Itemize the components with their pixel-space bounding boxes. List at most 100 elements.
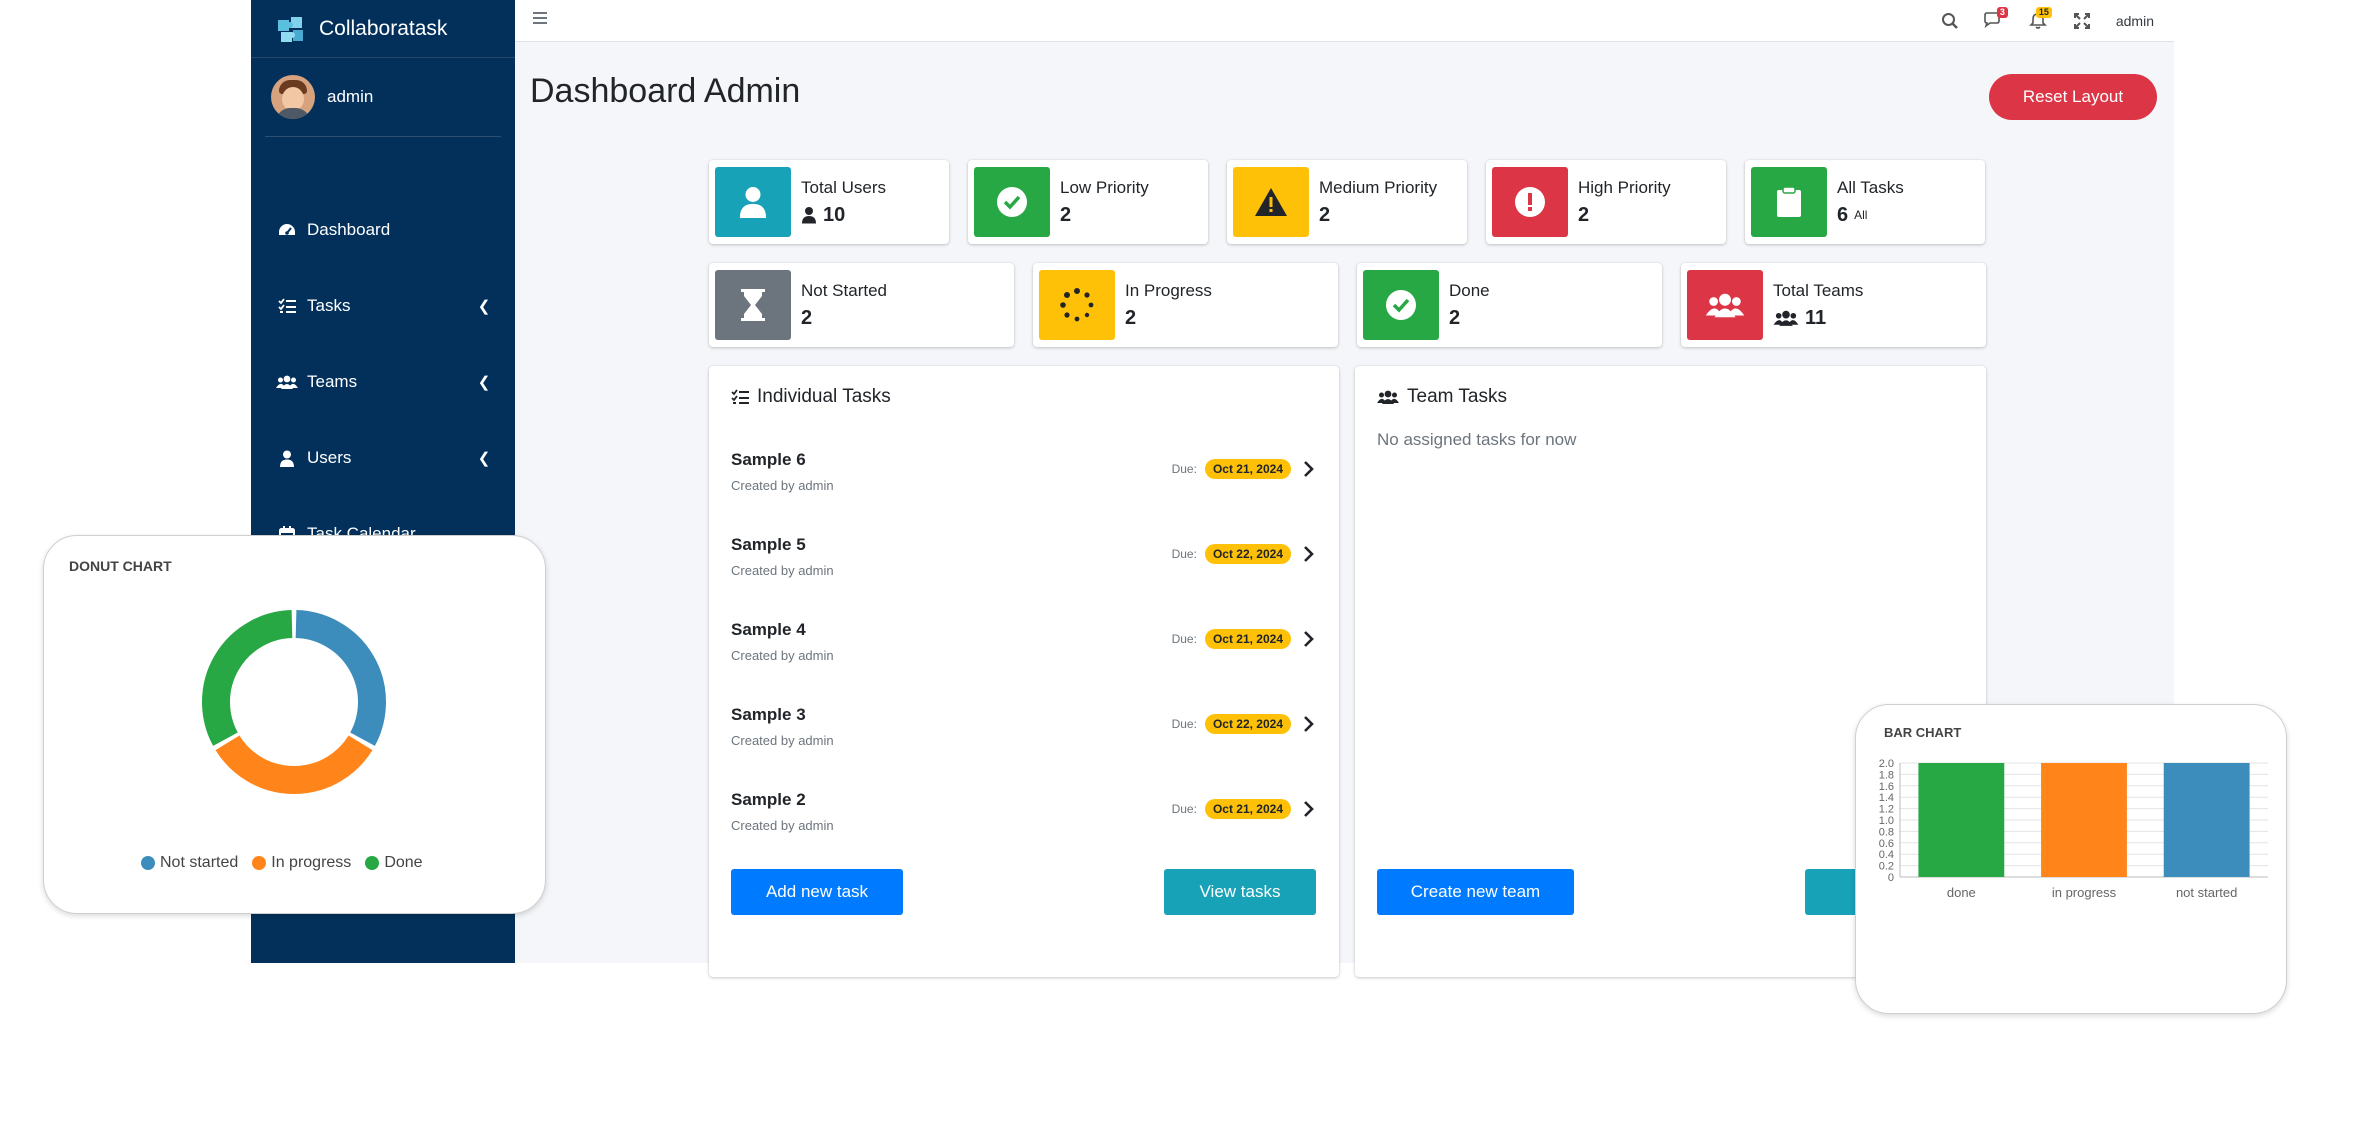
y-tick-label: 0.4 xyxy=(1879,849,1894,861)
stat-all-tasks[interactable]: All Tasks 6 All xyxy=(1745,160,1985,244)
task-creator: Created by admin xyxy=(731,648,834,663)
sidebar-item-teams[interactable]: Teams ❮ xyxy=(251,344,515,420)
stat-high-priority[interactable]: High Priority 2 xyxy=(1486,160,1726,244)
legend-item[interactable]: In progress xyxy=(252,854,351,872)
stat-total-teams[interactable]: Total Teams 11 xyxy=(1681,263,1986,347)
task-name: Sample 6 xyxy=(731,450,806,469)
due-date-badge: Oct 21, 2024 xyxy=(1204,799,1291,819)
sidebar-item-tasks[interactable]: Tasks ❮ xyxy=(251,268,515,344)
add-new-task-button[interactable]: Add new task xyxy=(731,869,903,915)
legend-item[interactable]: Done xyxy=(365,854,423,872)
stat-label: Done xyxy=(1449,280,1490,300)
due-date-badge: Oct 21, 2024 xyxy=(1204,629,1291,649)
stat-medium-priority[interactable]: Medium Priority 2 xyxy=(1227,160,1467,244)
bar-done[interactable] xyxy=(1918,763,2005,877)
due-label: Due: xyxy=(1171,462,1197,476)
task-item[interactable]: Sample 5 Created by admin Due: Oct 22, 20… xyxy=(731,535,1319,620)
chevron-right-icon[interactable] xyxy=(1299,715,1319,733)
users-icon xyxy=(275,374,299,390)
chevron-left-icon: ❮ xyxy=(477,298,491,315)
create-new-team-button[interactable]: Create new team xyxy=(1377,869,1574,915)
stat-in-progress[interactable]: In Progress 2 xyxy=(1033,263,1338,347)
donut-slice-done[interactable] xyxy=(202,610,293,746)
donut-slice-not-started[interactable] xyxy=(295,610,386,746)
due-label: Due: xyxy=(1171,802,1197,816)
user-small-icon xyxy=(802,207,816,224)
stat-label: Low Priority xyxy=(1060,177,1149,197)
search-icon[interactable] xyxy=(1928,0,1972,41)
stat-sub: All xyxy=(1854,208,1868,222)
view-tasks-button[interactable]: View tasks xyxy=(1164,869,1316,915)
legend-item[interactable]: Not started xyxy=(141,854,238,872)
fullscreen-icon[interactable] xyxy=(2060,0,2104,41)
due-date-badge: Oct 22, 2024 xyxy=(1204,544,1291,564)
stat-value: 2 xyxy=(1319,203,1331,226)
stat-total-users[interactable]: Total Users 10 xyxy=(709,160,949,244)
stat-done[interactable]: Done 2 xyxy=(1357,263,1662,347)
bar-not-started[interactable] xyxy=(2163,763,2250,877)
chevron-right-icon[interactable] xyxy=(1299,545,1319,563)
brand-name: Collaboratask xyxy=(319,16,448,40)
notifications-button[interactable]: 15 xyxy=(2016,0,2060,41)
due-label: Due: xyxy=(1171,547,1197,561)
brand-link[interactable]: Collaboratask xyxy=(251,0,515,58)
users-icon xyxy=(1687,270,1763,340)
legend-swatch xyxy=(141,856,155,870)
due-date-badge: Oct 21, 2024 xyxy=(1204,459,1291,479)
avatar xyxy=(271,75,315,119)
stat-not-started[interactable]: Not Started 2 xyxy=(709,263,1014,347)
task-item[interactable]: Sample 2 Created by admin Due: Oct 21, 20… xyxy=(731,790,1319,875)
puzzle-logo-icon xyxy=(278,16,303,42)
stat-label: Total Users xyxy=(801,177,887,197)
sidebar-item-dashboard[interactable]: Dashboard xyxy=(251,192,515,268)
donut-chart xyxy=(202,610,386,794)
stat-value: 10 xyxy=(823,203,846,226)
sidebar-item-label: Tasks xyxy=(307,296,351,315)
y-tick-label: 2.0 xyxy=(1879,758,1894,770)
due-label: Due: xyxy=(1171,717,1197,731)
y-tick-label: 1.4 xyxy=(1879,792,1894,804)
user-panel[interactable]: admin xyxy=(265,58,501,137)
stat-label: In Progress xyxy=(1125,280,1212,300)
chevron-right-icon[interactable] xyxy=(1299,800,1319,818)
menu-toggle-icon[interactable] xyxy=(531,9,549,32)
x-tick-label: done xyxy=(1947,885,1976,900)
stat-low-priority[interactable]: Low Priority 2 xyxy=(968,160,1208,244)
top-user-menu[interactable]: admin xyxy=(2116,13,2154,29)
hourglass-icon xyxy=(715,270,791,340)
exclamation-circle-icon xyxy=(1492,167,1568,237)
chevron-left-icon: ❮ xyxy=(477,374,491,391)
reset-layout-button[interactable]: Reset Layout xyxy=(1989,74,2157,120)
stat-value: 2 xyxy=(1449,306,1461,329)
task-item[interactable]: Sample 4 Created by admin Due: Oct 21, 20… xyxy=(731,620,1319,705)
stat-label: Total Teams xyxy=(1773,280,1864,300)
chart-title: BAR CHART xyxy=(1884,725,1962,740)
stat-value: 2 xyxy=(1578,203,1590,226)
task-item[interactable]: Sample 3 Created by admin Due: Oct 22, 20… xyxy=(731,705,1319,790)
sidebar-item-users[interactable]: Users ❮ xyxy=(251,420,515,496)
check-circle-icon xyxy=(1363,270,1439,340)
chevron-right-icon[interactable] xyxy=(1299,630,1319,648)
chart-title: DONUT CHART xyxy=(69,558,172,574)
tasks-icon xyxy=(275,298,299,314)
x-tick-label: in progress xyxy=(2052,885,2117,900)
donut-slice-in-progress[interactable] xyxy=(215,735,373,794)
y-tick-label: 1.8 xyxy=(1879,769,1894,781)
spinner-icon xyxy=(1039,270,1115,340)
due-date-badge: Oct 22, 2024 xyxy=(1204,714,1291,734)
task-item[interactable]: Sample 6 Created by admin Due: Oct 21, 20… xyxy=(731,450,1319,535)
task-creator: Created by admin xyxy=(731,478,834,493)
y-tick-label: 0.6 xyxy=(1879,838,1894,850)
card-title: Team Tasks xyxy=(1377,386,1507,408)
tasks-icon xyxy=(731,389,749,404)
bar-chart-panel: BAR CHART 2.0 1.8 1.6 1.4 1.2 1.0 0.8 0.6 0.4 0.2… xyxy=(1855,704,2287,1014)
messages-button[interactable]: 3 xyxy=(1972,0,2016,41)
user-icon xyxy=(275,450,299,467)
chevron-right-icon[interactable] xyxy=(1299,460,1319,478)
sidebar-user-name[interactable]: admin xyxy=(327,87,373,107)
bar-in-progress[interactable] xyxy=(2041,763,2127,877)
tachometer-icon xyxy=(275,222,299,238)
stat-label: Medium Priority xyxy=(1319,177,1438,197)
due-label: Due: xyxy=(1171,632,1197,646)
top-navbar: 3 15 admin xyxy=(515,0,2174,42)
